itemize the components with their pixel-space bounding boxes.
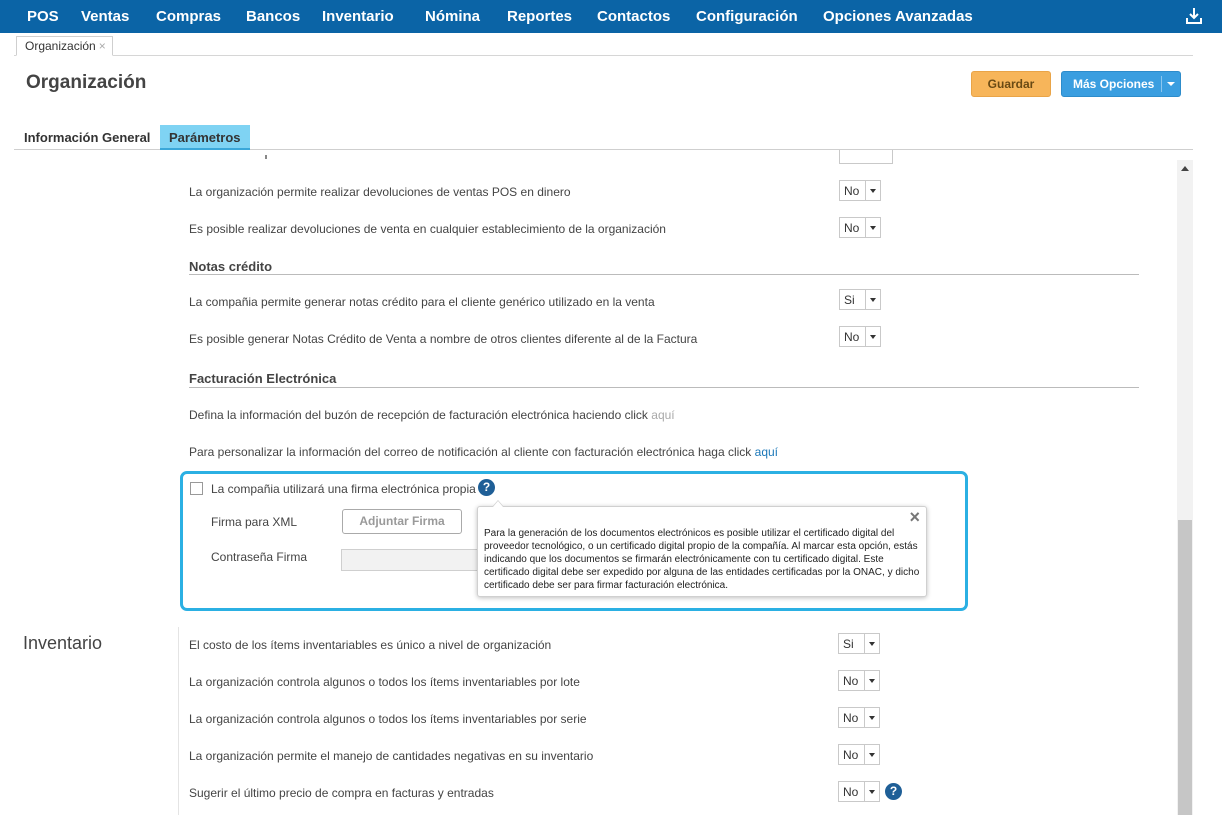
nav-item-inventario[interactable]: Inventario bbox=[322, 8, 394, 25]
close-icon[interactable]: × bbox=[99, 39, 106, 53]
param-devoluciones-cualquier-establecimiento: Es posible realizar devoluciones de vent… bbox=[189, 222, 666, 236]
doc-tab-label: Organización bbox=[25, 39, 96, 53]
chevron-down-icon bbox=[865, 327, 880, 346]
param-control-serie: La organización controla algunos o todos… bbox=[189, 712, 587, 726]
select-value: No bbox=[843, 785, 859, 799]
section-heading-facturacion-electronica: Facturación Electrónica bbox=[189, 371, 337, 386]
help-icon[interactable]: ? bbox=[478, 479, 495, 496]
select-value: No bbox=[843, 711, 859, 725]
section-heading-notas-credito: Notas crédito bbox=[189, 259, 273, 274]
page-title: Organización bbox=[26, 72, 147, 93]
select-ultimo-precio-compra[interactable]: No bbox=[838, 781, 880, 802]
nav-item-pos[interactable]: POS bbox=[27, 8, 59, 25]
password-field[interactable] bbox=[341, 549, 481, 571]
nav-item-opciones-avanzadas[interactable]: Opciones Avanzadas bbox=[823, 8, 973, 25]
param-cantidades-negativas: La organización permite el manejo de can… bbox=[189, 749, 594, 763]
chevron-down-icon bbox=[864, 708, 879, 727]
select-devoluciones-cualquier-establecimiento[interactable]: No bbox=[839, 217, 881, 238]
password-label: Contraseña Firma bbox=[211, 550, 308, 564]
param-control-lote: La organización controla algunos o todos… bbox=[189, 675, 580, 689]
select-value: Si bbox=[844, 293, 855, 307]
nav-item-compras[interactable]: Compras bbox=[156, 8, 221, 25]
more-options-label: Más Opciones bbox=[1073, 77, 1155, 91]
param-notas-credito-generico: La compañia permite generar notas crédit… bbox=[189, 295, 655, 309]
chevron-down-icon bbox=[864, 745, 879, 764]
param-buzon-facturacion: Defina la información del buzón de recep… bbox=[189, 408, 675, 422]
nav-item-configuracion[interactable]: Configuración bbox=[696, 8, 798, 25]
nav-item-reportes[interactable]: Reportes bbox=[507, 8, 572, 25]
correo-text: Para personalizar la información del cor… bbox=[189, 445, 752, 459]
param-correo-notificacion: Para personalizar la información del cor… bbox=[189, 445, 778, 459]
tooltip-arrow-inner bbox=[493, 501, 503, 507]
chevron-down-icon bbox=[864, 671, 879, 690]
param-ultimo-precio-compra: Sugerir el último precio de compra en fa… bbox=[189, 786, 494, 800]
nav-item-ventas[interactable]: Ventas bbox=[81, 8, 129, 25]
param-notas-credito-otros-clientes: Es posible generar Notas Crédito de Vent… bbox=[189, 332, 698, 346]
select-value: Si bbox=[843, 637, 854, 651]
button-divider bbox=[1161, 76, 1162, 92]
tab-parametros[interactable]: Parámetros bbox=[160, 125, 250, 150]
select-costo-unico[interactable]: Si bbox=[838, 633, 880, 654]
correo-link[interactable]: aquí bbox=[755, 445, 778, 459]
firma-checkbox[interactable] bbox=[190, 482, 203, 495]
param-costo-unico: El costo de los ítems inventariables es … bbox=[189, 638, 552, 652]
chevron-down-icon bbox=[864, 634, 879, 653]
close-icon[interactable]: × bbox=[909, 507, 920, 528]
select-notas-credito-generico[interactable]: Si bbox=[839, 289, 881, 310]
chevron-down-icon bbox=[865, 290, 880, 309]
vertical-scrollbar[interactable] bbox=[1177, 160, 1193, 815]
select-devoluciones-pos-dinero[interactable]: No bbox=[839, 180, 881, 201]
nav-item-nomina[interactable]: Nómina bbox=[425, 8, 480, 25]
select-value: No bbox=[843, 674, 859, 688]
divider bbox=[189, 387, 1139, 388]
chevron-down-icon bbox=[865, 218, 880, 237]
buzon-link[interactable]: aquí bbox=[651, 408, 674, 422]
select-value: No bbox=[844, 221, 860, 235]
nav-item-bancos[interactable]: Bancos bbox=[246, 8, 300, 25]
download-icon[interactable] bbox=[1184, 6, 1204, 26]
select-value: No bbox=[844, 330, 860, 344]
section-border bbox=[178, 627, 179, 815]
tab-informacion-general[interactable]: Información General bbox=[24, 125, 150, 150]
nav-item-contactos[interactable]: Contactos bbox=[597, 8, 670, 25]
select-control-lote[interactable]: No bbox=[838, 670, 880, 691]
firma-xml-label: Firma para XML bbox=[211, 515, 298, 529]
partial-select bbox=[839, 150, 893, 164]
attach-signature-button[interactable]: Adjuntar Firma bbox=[342, 509, 462, 534]
buzon-text: Defina la información del buzón de recep… bbox=[189, 408, 648, 422]
more-options-button[interactable]: Más Opciones bbox=[1061, 71, 1181, 97]
select-cantidades-negativas[interactable]: No bbox=[838, 744, 880, 765]
chevron-down-icon[interactable] bbox=[1167, 82, 1175, 86]
select-value: No bbox=[844, 184, 860, 198]
section-title-inventario: Inventario bbox=[23, 633, 103, 653]
chevron-down-icon bbox=[864, 782, 879, 801]
select-control-serie[interactable]: No bbox=[838, 707, 880, 728]
chevron-down-icon bbox=[865, 181, 880, 200]
select-notas-credito-otros-clientes[interactable]: No bbox=[839, 326, 881, 347]
divider bbox=[189, 274, 1139, 275]
help-icon[interactable]: ? bbox=[885, 783, 902, 800]
tooltip-text: Para la generación de los documentos ele… bbox=[484, 528, 920, 591]
select-value: No bbox=[843, 748, 859, 762]
help-tooltip: × Para la generación de los documentos e… bbox=[477, 500, 927, 597]
doc-tab-organizacion[interactable]: Organización × bbox=[16, 36, 113, 56]
section-tabs: Información General Parámetros bbox=[14, 125, 1193, 150]
document-tabstrip: Organización × bbox=[14, 34, 1193, 56]
scroll-up-arrow-icon[interactable] bbox=[1181, 166, 1189, 171]
param-devoluciones-pos-dinero: La organización permite realizar devoluc… bbox=[189, 185, 571, 199]
save-button[interactable]: Guardar bbox=[971, 71, 1051, 97]
scrollbar-thumb[interactable] bbox=[1178, 520, 1192, 815]
firma-checkbox-label: La compañia utilizará una firma electrón… bbox=[211, 482, 476, 496]
top-navbar: POS Ventas Compras Bancos Inventario Nóm… bbox=[0, 0, 1222, 33]
partial-text-fragment bbox=[265, 155, 267, 159]
